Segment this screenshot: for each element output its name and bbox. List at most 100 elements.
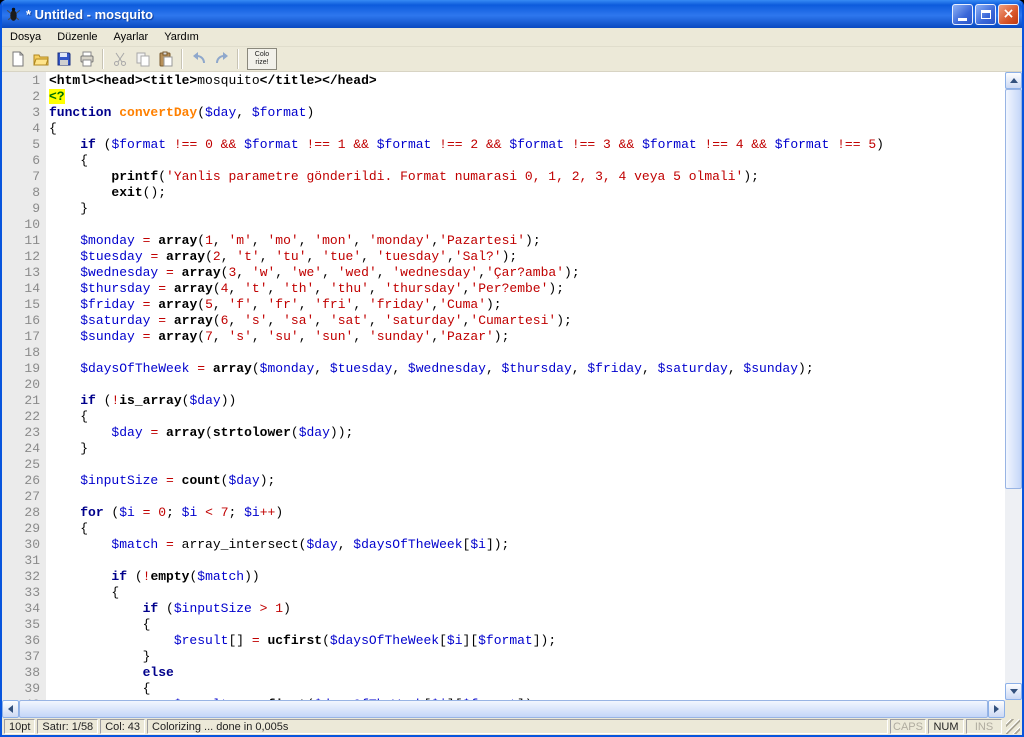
code-line-28[interactable]: for ($i = 0; $i < 7; $i++) — [49, 505, 1022, 521]
copy-button[interactable] — [131, 48, 154, 70]
resize-grip[interactable] — [1006, 719, 1020, 734]
save-button[interactable] — [52, 48, 75, 70]
code-line-8[interactable]: exit(); — [49, 185, 1022, 201]
code-line-34[interactable]: if ($inputSize > 1) — [49, 601, 1022, 617]
code-line-19[interactable]: $daysOfTheWeek = array($monday, $tuesday… — [49, 361, 1022, 377]
maximize-icon — [980, 9, 991, 19]
scroll-down-button[interactable] — [1005, 683, 1022, 700]
undo-button[interactable] — [187, 48, 210, 70]
scroll-left-button[interactable] — [2, 700, 19, 718]
code-line-15[interactable]: $friday = array(5, 'f', 'fr', 'fri', 'fr… — [49, 297, 1022, 313]
line-number: 23 — [24, 425, 40, 440]
redo-button[interactable] — [210, 48, 233, 70]
menu-item-dosya[interactable]: Dosya — [2, 29, 49, 45]
line-number: 8 — [32, 185, 40, 200]
line-number: 26 — [24, 473, 40, 488]
vertical-scroll-thumb[interactable] — [1005, 89, 1022, 489]
code-line-14[interactable]: $thursday = array(4, 't', 'th', 'thu', '… — [49, 281, 1022, 297]
code-line-13[interactable]: $wednesday = array(3, 'w', 'we', 'wed', … — [49, 265, 1022, 281]
code-line-1[interactable]: <html><head><title>mosquito</title></hea… — [49, 73, 1022, 89]
code-line-20[interactable] — [49, 377, 1022, 393]
code-line-10[interactable] — [49, 217, 1022, 233]
save-icon — [57, 52, 70, 66]
line-number: 39 — [24, 681, 40, 696]
code-line-5[interactable]: if ($format !== 0 && $format !== 1 && $f… — [49, 137, 1022, 153]
titlebar[interactable]: * Untitled - mosquito × — [2, 0, 1022, 28]
maximize-button[interactable] — [975, 3, 996, 25]
line-number: 29 — [24, 521, 40, 536]
arrow-right-icon — [994, 705, 999, 713]
paste-button[interactable] — [154, 48, 177, 70]
code-line-7[interactable]: printf('Yanlis parametre gönderildi. For… — [49, 169, 1022, 185]
code-line-17[interactable]: $sunday = array(7, 's', 'su', 'sun', 'su… — [49, 329, 1022, 345]
code-line-35[interactable]: { — [49, 617, 1022, 633]
line-number: 3 — [32, 105, 40, 120]
menu-item-ayarlar[interactable]: Ayarlar — [106, 29, 157, 45]
num-lock-indicator: NUM — [928, 719, 964, 734]
menu-item-duzenle[interactable]: Düzenle — [49, 29, 105, 45]
menu-item-yardim[interactable]: Yardım — [156, 29, 207, 45]
code-line-38[interactable]: else — [49, 665, 1022, 681]
open-file-button[interactable] — [29, 48, 52, 70]
code-line-27[interactable] — [49, 489, 1022, 505]
line-number: 10 — [24, 217, 40, 232]
code-editor[interactable]: 1 2 3 4 5 6 7 8 9 10 11 12 13 14 15 16 17 18 19 20 21 22 23 24 2… — [2, 72, 1022, 700]
code-line-33[interactable]: { — [49, 585, 1022, 601]
cut-button[interactable] — [108, 48, 131, 70]
code-line-3[interactable]: function convertDay($day, $format) — [49, 105, 1022, 121]
toolbar-separator — [102, 49, 104, 69]
code-line-9[interactable]: } — [49, 201, 1022, 217]
code-line-32[interactable]: if (!empty($match)) — [49, 569, 1022, 585]
code-pane[interactable]: <html><head><title>mosquito</title></hea… — [46, 72, 1022, 700]
line-number: 33 — [24, 585, 40, 600]
code-line-37[interactable]: } — [49, 649, 1022, 665]
line-number: 14 — [24, 281, 40, 296]
code-line-4[interactable]: { — [49, 121, 1022, 137]
toolbar: Colo rize! — [2, 47, 1022, 72]
code-line-30[interactable]: $match = array_intersect($day, $daysOfTh… — [49, 537, 1022, 553]
undo-icon — [192, 52, 205, 64]
scroll-up-button[interactable] — [1005, 72, 1022, 89]
redo-icon — [215, 52, 228, 64]
code-line-16[interactable]: $saturday = array(6, 's', 'sa', 'sat', '… — [49, 313, 1022, 329]
code-line-26[interactable]: $inputSize = count($day); — [49, 473, 1022, 489]
code-line-24[interactable]: } — [49, 441, 1022, 457]
code-line-18[interactable] — [49, 345, 1022, 361]
code-line-25[interactable] — [49, 457, 1022, 473]
code-line-36[interactable]: $result[] = ucfirst($daysOfTheWeek[$i][$… — [49, 633, 1022, 649]
code-line-6[interactable]: { — [49, 153, 1022, 169]
font-size-indicator: 10pt — [4, 719, 36, 734]
new-document-button[interactable] — [6, 48, 29, 70]
horizontal-scrollbar[interactable] — [2, 700, 1005, 718]
code-line-11[interactable]: $monday = array(1, 'm', 'mo', 'mon', 'mo… — [49, 233, 1022, 249]
line-number: 17 — [24, 329, 40, 344]
close-icon: × — [1002, 6, 1015, 22]
arrow-left-icon — [8, 705, 13, 713]
line-number: 4 — [32, 121, 40, 136]
code-line-23[interactable]: $day = array(strtolower($day)); — [49, 425, 1022, 441]
line-position-indicator: Satır: 1/58 — [37, 719, 99, 734]
horizontal-scroll-thumb[interactable] — [19, 700, 988, 718]
line-number: 37 — [24, 649, 40, 664]
code-line-22[interactable]: { — [49, 409, 1022, 425]
code-line-12[interactable]: $tuesday = array(2, 't', 'tu', 'tue', 't… — [49, 249, 1022, 265]
arrow-up-icon — [1009, 78, 1018, 83]
paste-icon — [159, 51, 172, 67]
menubar: Dosya Düzenle Ayarlar Yardım — [2, 28, 1022, 47]
minimize-button[interactable] — [952, 3, 973, 25]
print-button[interactable] — [75, 48, 98, 70]
code-line-29[interactable]: { — [49, 521, 1022, 537]
code-line-2[interactable]: <? — [49, 89, 1022, 105]
toolbar-separator — [181, 49, 183, 69]
colorize-button[interactable]: Colo rize! — [247, 48, 277, 70]
line-number: 11 — [24, 233, 40, 248]
code-line-39[interactable]: { — [49, 681, 1022, 697]
scroll-right-button[interactable] — [988, 700, 1005, 718]
colorize-label-line2: rize! — [255, 59, 269, 66]
toolbar-separator — [237, 49, 239, 69]
code-line-31[interactable] — [49, 553, 1022, 569]
vertical-scrollbar[interactable] — [1005, 72, 1022, 700]
code-line-21[interactable]: if (!is_array($day)) — [49, 393, 1022, 409]
line-number: 19 — [24, 361, 40, 376]
close-button[interactable]: × — [998, 3, 1019, 25]
